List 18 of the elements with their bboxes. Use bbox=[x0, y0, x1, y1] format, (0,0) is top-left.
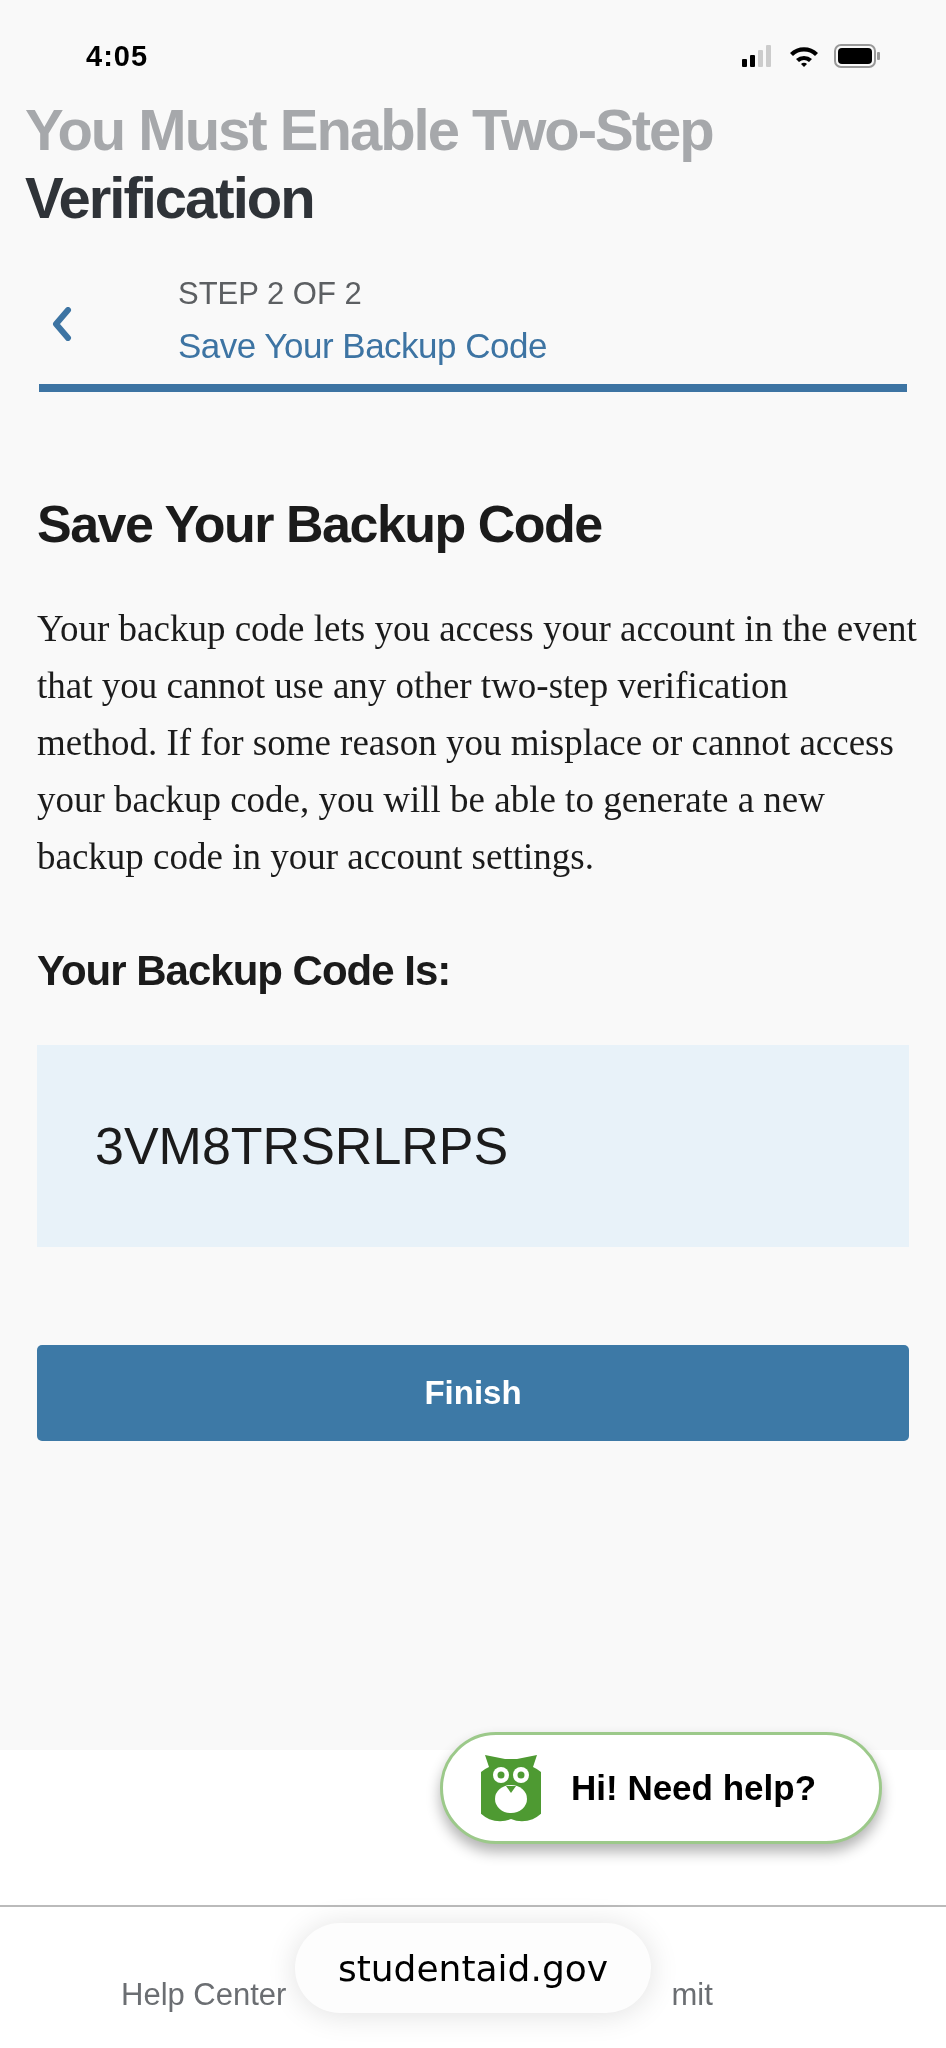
owl-icon bbox=[481, 1753, 541, 1823]
footer-link[interactable]: mit bbox=[671, 1977, 713, 2013]
help-chat-button[interactable]: Hi! Need help? bbox=[440, 1732, 882, 1844]
page-title: Verification bbox=[25, 164, 314, 232]
signal-icon bbox=[742, 45, 774, 67]
wifi-icon bbox=[788, 44, 820, 68]
page-title: You Must Enable Two-Step bbox=[25, 96, 713, 164]
step-counter: STEP 2 OF 2 bbox=[178, 275, 363, 313]
url-bar[interactable]: studentaid.gov bbox=[295, 1923, 651, 2013]
step-title: Save Your Backup Code bbox=[178, 325, 547, 367]
backup-code: 3VM8TRSRLRPS bbox=[95, 1116, 509, 1176]
finish-button[interactable]: Finish bbox=[37, 1345, 909, 1441]
section-heading: Save Your Backup Code bbox=[37, 494, 603, 555]
code-label: Your Backup Code Is: bbox=[37, 947, 452, 995]
clock-time: 4:05 bbox=[86, 40, 149, 73]
description-text: Your backup code lets you access your account in the event that you cannot use any other two-step verification method. If for some reason you misplace or cannot access your backup code, you will be able to generate a new backup code in your account settings. bbox=[37, 607, 917, 879]
footer-link[interactable]: Help Center bbox=[121, 1977, 287, 2013]
battery-icon bbox=[834, 44, 880, 68]
